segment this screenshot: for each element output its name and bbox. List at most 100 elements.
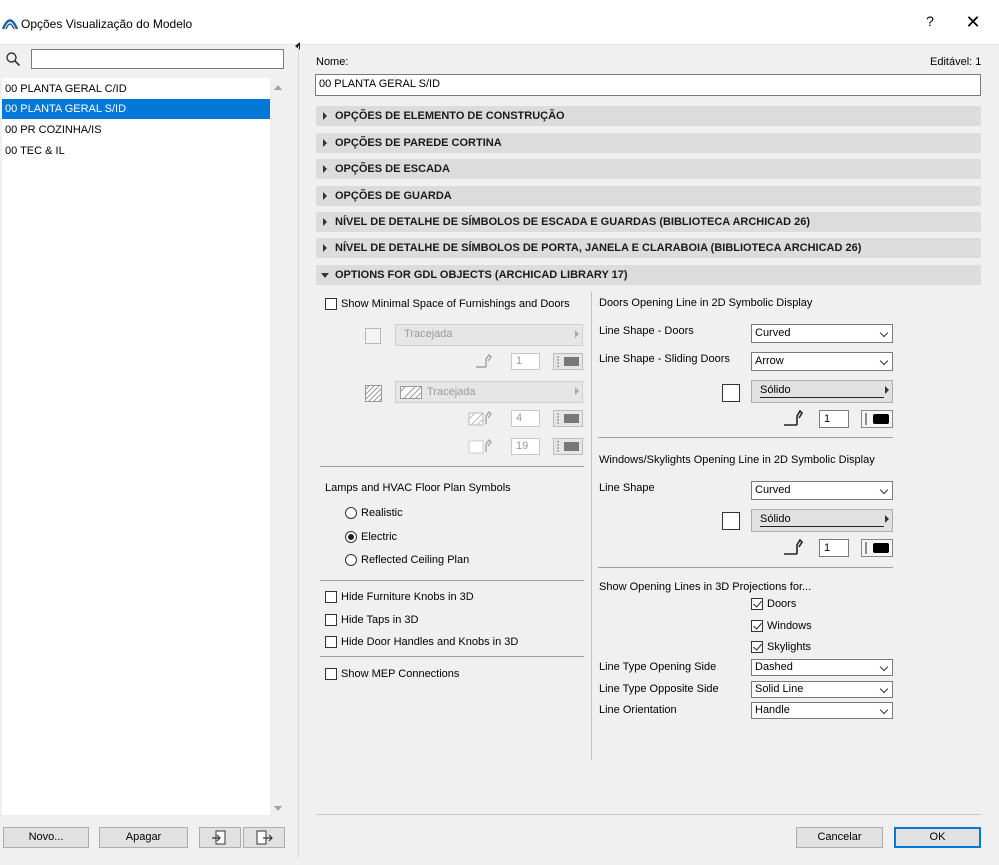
delete-button[interactable]: Apagar	[99, 827, 188, 848]
popup-arrow-icon	[575, 387, 579, 395]
name-label: Nome:	[316, 56, 349, 68]
divider	[320, 466, 584, 467]
footer-divider	[316, 814, 981, 815]
section-label: OPÇÕES DE GUARDA	[335, 190, 452, 202]
line-type-popup-disabled[interactable]: Tracejada	[395, 324, 583, 346]
scroll-down-arrow-icon[interactable]	[274, 806, 282, 811]
pen-icon	[784, 538, 804, 555]
pen-icon	[476, 353, 492, 368]
min-space-checkbox[interactable]	[325, 298, 337, 310]
line-type-opening-select[interactable]: Dashed	[751, 659, 893, 676]
chevron-down-icon	[879, 485, 889, 495]
export-icon	[256, 830, 273, 845]
radio-realistic-label: Realistic	[361, 507, 403, 519]
section-building-element-options[interactable]: OPÇÕES DE ELEMENTO DE CONSTRUÇÃO	[316, 106, 981, 126]
cancel-button[interactable]: Cancelar	[796, 827, 883, 848]
hide-handles-checkbox[interactable]	[325, 636, 337, 648]
doors-pen-number-field[interactable]: 1	[819, 410, 849, 428]
hide-taps-label: Hide Taps in 3D	[341, 614, 419, 626]
section-label: OPÇÕES DE PAREDE CORTINA	[335, 137, 502, 149]
line-shape-doors-select[interactable]: Curved	[751, 324, 893, 343]
fill-pen-color-button[interactable]	[553, 410, 583, 427]
hide-handles-label: Hide Door Handles and Knobs in 3D	[341, 636, 519, 648]
section-railing-options[interactable]: OPÇÕES DE GUARDA	[316, 186, 981, 206]
hide-knobs-label: Hide Furniture Knobs in 3D	[341, 591, 474, 603]
windows-pen-color-button[interactable]	[861, 539, 893, 557]
close-button[interactable]: ✕	[962, 12, 984, 34]
divider	[320, 656, 584, 657]
list-item[interactable]: 00 PR COZINHA/IS	[2, 120, 270, 140]
list-item[interactable]: 00 PLANTA GERAL C/ID	[2, 79, 270, 99]
select-value: Dashed	[755, 661, 793, 673]
help-button[interactable]: ?	[921, 13, 939, 33]
doors-pen-color-button[interactable]	[861, 410, 893, 428]
panel-divider[interactable]	[298, 46, 299, 858]
background-pen-color-button[interactable]	[553, 438, 583, 455]
select-value: Handle	[755, 704, 790, 716]
collapse-arrow-icon	[321, 273, 329, 278]
divider	[598, 567, 893, 568]
show-mep-checkbox[interactable]	[325, 668, 337, 680]
title-bar: Opções Visualização do Modelo ? ✕	[0, 0, 999, 45]
window-title: Opções Visualização do Modelo	[21, 17, 193, 31]
line-weight-icon	[557, 413, 579, 424]
export-button[interactable]	[243, 827, 285, 848]
radio-realistic[interactable]	[345, 507, 357, 519]
search-input[interactable]	[31, 49, 284, 69]
doors-line-type-popup[interactable]: Sólido	[751, 380, 893, 403]
line-type-opposite-select[interactable]: Solid Line	[751, 681, 893, 698]
popup-arrow-icon	[885, 515, 889, 523]
name-field[interactable]: 00 PLANTA GERAL S/ID	[315, 74, 981, 96]
line-color-swatch[interactable]	[365, 328, 381, 344]
chevron-down-icon	[879, 328, 889, 338]
windows-line-type-popup[interactable]: Sólido	[751, 509, 893, 532]
line-weight-icon	[557, 356, 579, 367]
hide-knobs-checkbox[interactable]	[325, 591, 337, 603]
list-scrollbar[interactable]	[270, 78, 287, 815]
section-curtain-wall-options[interactable]: OPÇÕES DE PAREDE CORTINA	[316, 133, 981, 153]
windows-line-color-swatch[interactable]	[722, 512, 740, 530]
divider	[598, 437, 893, 438]
show-3d-windows-checkbox[interactable]	[751, 620, 763, 632]
scroll-up-arrow-icon[interactable]	[274, 85, 282, 90]
line-shape-sliding-select[interactable]: Arrow	[751, 352, 893, 371]
radio-reflected-ceiling[interactable]	[345, 554, 357, 566]
show-3d-doors-checkbox[interactable]	[751, 598, 763, 610]
section-stair-options[interactable]: OPÇÕES DE ESCADA	[316, 159, 981, 179]
fill-hatch-swatch-icon[interactable]	[365, 385, 382, 402]
pen-number-field[interactable]: 1	[511, 353, 540, 370]
expand-arrow-icon	[323, 192, 327, 200]
list-item-selected[interactable]: 00 PLANTA GERAL S/ID	[2, 99, 270, 119]
line-shape-sliding-label: Line Shape - Sliding Doors	[599, 353, 730, 365]
chevron-down-icon	[879, 705, 889, 715]
fill-pen-number-field[interactable]: 4	[511, 410, 540, 427]
background-pen-number-field[interactable]: 19	[511, 438, 540, 455]
fill-type-popup-disabled[interactable]: Tracejada	[395, 381, 583, 403]
section-label: OPÇÕES DE ELEMENTO DE CONSTRUÇÃO	[335, 110, 565, 122]
ok-button[interactable]: OK	[894, 827, 981, 848]
select-value: Arrow	[755, 355, 784, 367]
section-gdl-objects-options[interactable]: OPTIONS FOR GDL OBJECTS (ARCHICAD LIBRAR…	[316, 265, 981, 285]
list-item[interactable]: 00 TEC & IL	[2, 141, 270, 161]
doors-line-color-swatch[interactable]	[722, 384, 740, 402]
pen-color-button[interactable]	[553, 353, 583, 370]
solid-line-preview	[760, 397, 884, 398]
import-button[interactable]	[199, 827, 241, 848]
section-label: OPÇÕES DE ESCADA	[335, 163, 450, 175]
section-stair-railing-symbol-detail[interactable]: NÍVEL DE DETALHE DE SÍMBOLOS DE ESCADA E…	[316, 212, 981, 232]
radio-electric[interactable]	[345, 531, 357, 543]
line-type-opening-label: Line Type Opening Side	[599, 661, 717, 673]
select-value: Solid Line	[755, 683, 804, 695]
line-orientation-select[interactable]: Handle	[751, 702, 893, 719]
editable-count: Editável: 1	[930, 56, 982, 68]
background-pen-icon	[468, 439, 492, 454]
section-door-window-symbol-detail[interactable]: NÍVEL DE DETALHE DE SÍMBOLOS DE PORTA, J…	[316, 238, 981, 258]
new-button[interactable]: Novo...	[3, 827, 89, 848]
line-shape-windows-select[interactable]: Curved	[751, 481, 893, 500]
hide-taps-checkbox[interactable]	[325, 614, 337, 626]
section-label: NÍVEL DE DETALHE DE SÍMBOLOS DE ESCADA E…	[335, 216, 811, 228]
show-3d-skylights-checkbox[interactable]	[751, 641, 763, 653]
column-divider	[591, 292, 592, 760]
search-icon	[6, 52, 21, 67]
windows-pen-number-field[interactable]: 1	[819, 539, 849, 557]
